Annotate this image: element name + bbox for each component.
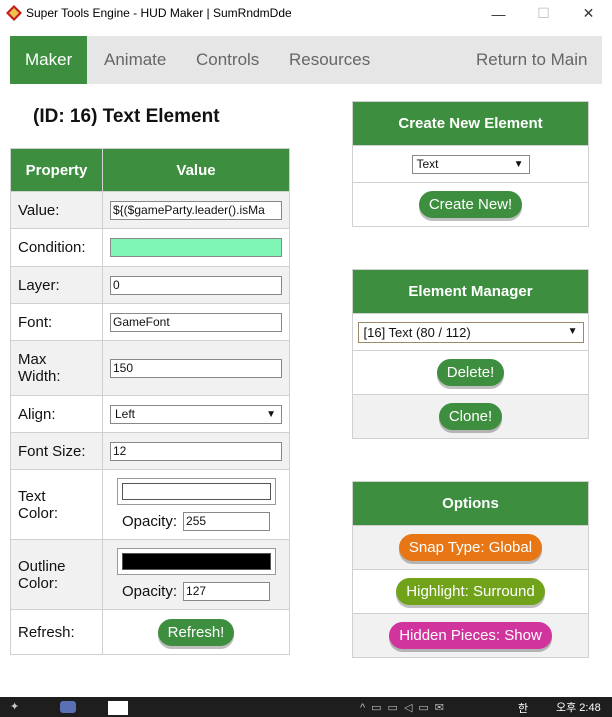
row-condition: Condition: bbox=[10, 228, 290, 267]
text-color-label: Text Color: bbox=[10, 469, 103, 540]
font-size-input[interactable]: 12 bbox=[110, 441, 282, 461]
tab-animate[interactable]: Animate bbox=[104, 36, 166, 84]
create-element-panel: Create New Element Text ▼ Create New! bbox=[352, 101, 589, 227]
max-width-label: Max Width: bbox=[10, 340, 103, 396]
element-select[interactable]: [16] Text (80 / 112) ▼ bbox=[357, 321, 584, 343]
row-font-size: Font Size: 12 bbox=[10, 432, 290, 470]
property-table: Property Value Value: ${($gameParty.lead… bbox=[10, 148, 290, 655]
maximize-button[interactable]: ☐ bbox=[521, 0, 566, 27]
property-header: Property bbox=[10, 148, 103, 192]
app-icon bbox=[6, 5, 22, 21]
text-color-picker[interactable] bbox=[116, 478, 276, 505]
align-select[interactable]: Left ▼ bbox=[110, 404, 282, 424]
condition-label: Condition: bbox=[10, 228, 103, 267]
row-outline-color: Outline Color: Opacity: 127 bbox=[10, 539, 290, 610]
chevron-down-icon: ▼ bbox=[513, 158, 524, 170]
row-font: Font: GameFont bbox=[10, 303, 290, 341]
create-new-button[interactable]: Create New! bbox=[418, 191, 523, 218]
value-input[interactable]: ${($gameParty.leader().isMa bbox=[110, 200, 282, 220]
tab-maker[interactable]: Maker bbox=[10, 36, 88, 84]
snap-type-button[interactable]: Snap Type: Global bbox=[398, 534, 543, 561]
layer-input[interactable]: 0 bbox=[110, 275, 282, 295]
outline-opacity-label: Opacity: bbox=[121, 583, 178, 600]
element-heading: (ID: 16) Text Element bbox=[33, 106, 220, 127]
condition-input[interactable] bbox=[110, 238, 282, 257]
taskbar: ✦ ^▭▭◁▭✉ 한 오후 2:48 bbox=[0, 697, 612, 717]
tab-resources[interactable]: Resources bbox=[289, 36, 370, 84]
text-opacity-label: Opacity: bbox=[121, 513, 178, 530]
element-manager-panel: Element Manager [16] Text (80 / 112) ▼ De… bbox=[352, 269, 589, 439]
minimize-button[interactable]: — bbox=[476, 0, 521, 27]
create-panel-title: Create New Element bbox=[353, 102, 588, 145]
hidden-pieces-button[interactable]: Hidden Pieces: Show bbox=[389, 622, 552, 649]
max-width-input[interactable]: 150 bbox=[110, 358, 282, 378]
row-align: Align: Left ▼ bbox=[10, 395, 290, 433]
tray-icons[interactable]: ^▭▭◁▭✉ bbox=[360, 701, 500, 714]
input-language[interactable]: 한 bbox=[518, 700, 528, 716]
taskbar-window-icon[interactable] bbox=[108, 701, 128, 715]
tab-controls[interactable]: Controls bbox=[196, 36, 259, 84]
clone-button[interactable]: Clone! bbox=[438, 403, 503, 430]
close-button[interactable]: ✕ bbox=[566, 0, 611, 27]
row-value: Value: ${($gameParty.leader().isMa bbox=[10, 191, 290, 229]
row-text-color: Text Color: Opacity: 255 bbox=[10, 469, 290, 540]
taskbar-app-icon[interactable] bbox=[60, 701, 76, 713]
title-bar: Super Tools Engine - HUD Maker | SumRndm… bbox=[0, 0, 612, 27]
row-max-width: Max Width: 150 bbox=[10, 340, 290, 396]
options-panel: Options Snap Type: Global Highlight: Sur… bbox=[352, 481, 589, 658]
return-to-main-link[interactable]: Return to Main bbox=[476, 36, 588, 84]
start-icon[interactable]: ✦ bbox=[10, 700, 26, 714]
outline-color-label: Outline Color: bbox=[10, 539, 103, 610]
main-nav: Maker Animate Controls Resources Return … bbox=[10, 36, 602, 84]
chevron-down-icon: ▼ bbox=[266, 408, 276, 420]
options-panel-title: Options bbox=[353, 482, 588, 525]
row-layer: Layer: 0 bbox=[10, 266, 290, 304]
outline-color-picker[interactable] bbox=[116, 548, 276, 575]
element-type-select[interactable]: Text ▼ bbox=[411, 154, 530, 174]
chevron-down-icon: ▼ bbox=[567, 325, 578, 337]
manager-panel-title: Element Manager bbox=[353, 270, 588, 313]
outline-opacity-input[interactable]: 127 bbox=[183, 582, 271, 601]
delete-button[interactable]: Delete! bbox=[436, 359, 505, 386]
highlight-button[interactable]: Highlight: Surround bbox=[396, 578, 545, 605]
font-size-label: Font Size: bbox=[10, 432, 103, 470]
value-label: Value: bbox=[10, 191, 103, 229]
refresh-label: Refresh: bbox=[10, 609, 103, 655]
window-title: Super Tools Engine - HUD Maker | SumRndm… bbox=[26, 6, 292, 20]
font-label: Font: bbox=[10, 303, 103, 341]
text-opacity-input[interactable]: 255 bbox=[183, 512, 271, 531]
layer-label: Layer: bbox=[10, 266, 103, 304]
align-label: Align: bbox=[10, 395, 103, 433]
value-header: Value bbox=[102, 148, 290, 192]
font-input[interactable]: GameFont bbox=[110, 312, 282, 332]
refresh-button[interactable]: Refresh! bbox=[157, 618, 235, 646]
text-color-swatch bbox=[121, 483, 271, 500]
taskbar-clock[interactable]: 오후 2:48 bbox=[556, 699, 601, 715]
row-refresh: Refresh: Refresh! bbox=[10, 609, 290, 655]
outline-color-swatch bbox=[121, 553, 271, 570]
